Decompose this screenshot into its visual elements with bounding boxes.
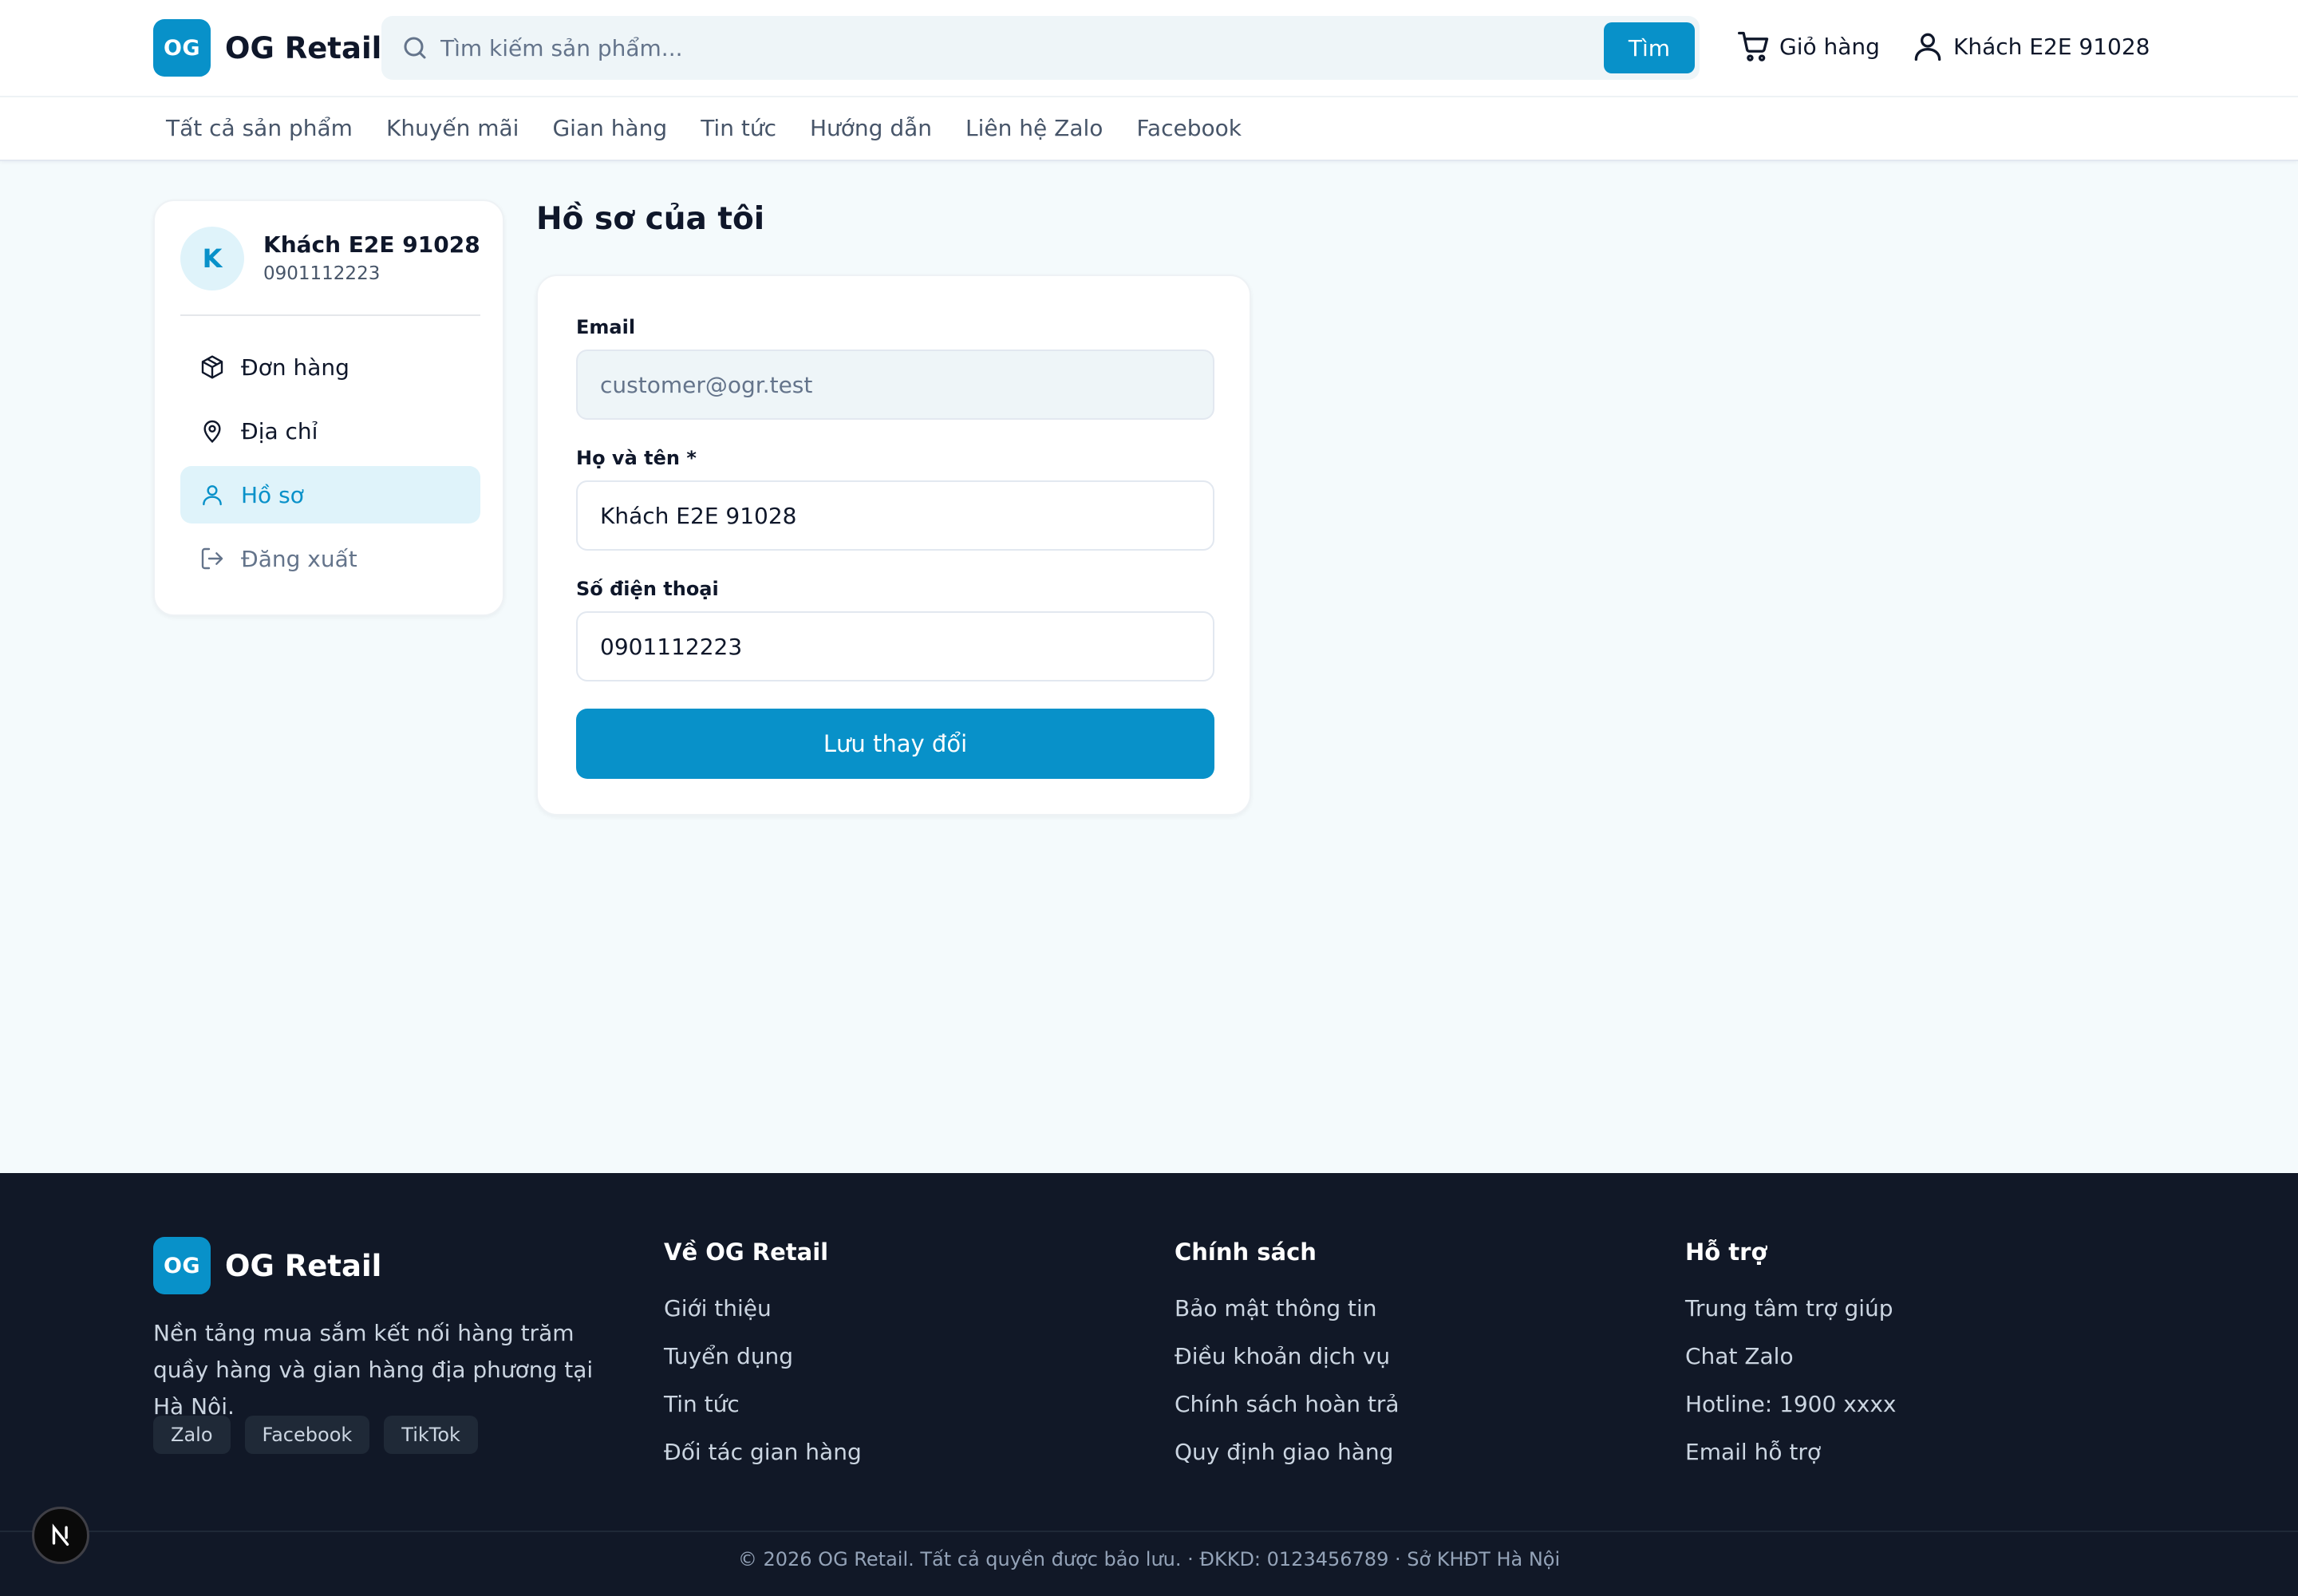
social-facebook[interactable]: Facebook (244, 1416, 370, 1454)
footer-column-about: Về OG Retail Giới thiệu Tuyển dụng Tin t… (664, 1238, 1111, 1476)
nav-item-news[interactable]: Tin tức (701, 115, 776, 141)
save-changes-button[interactable]: Lưu thay đổi (576, 709, 1214, 779)
map-pin-icon (203, 420, 221, 443)
footer-link[interactable]: Email hỗ trợ (1685, 1428, 2132, 1476)
nextjs-logo-icon (52, 1523, 69, 1547)
sidebar-item-label: Đăng xuất (241, 545, 357, 572)
nav-item-promotions[interactable]: Khuyến mãi (386, 115, 519, 141)
sidebar-item-address[interactable]: Địa chỉ (180, 402, 480, 460)
logo-text: OG Retail (225, 1248, 382, 1283)
footer-link[interactable]: Hotline: 1900 xxxx (1685, 1381, 2132, 1428)
nav-item-zalo[interactable]: Liên hệ Zalo (965, 115, 1103, 141)
email-field[interactable] (576, 350, 1214, 420)
footer-column-support: Hỗ trợ Trung tâm trợ giúp Chat Zalo Hotl… (1685, 1238, 2132, 1476)
sidebar-item-logout[interactable]: Đăng xuất (180, 530, 480, 587)
footer-link[interactable]: Điều khoản dịch vụ (1175, 1333, 1621, 1381)
cart-label: Giỏ hàng (1779, 33, 1880, 60)
sidebar-user-phone: 0901112223 (263, 263, 381, 284)
site-footer: OG OG Retail Nền tảng mua sắm kết nối hà… (0, 1173, 2298, 1596)
avatar: K (180, 227, 244, 290)
footer-link[interactable]: Quy định giao hàng (1175, 1428, 1621, 1476)
profile-form-card: Email Họ và tên * Số điện thoại Lưu thay… (536, 275, 1251, 816)
email-label: Email (576, 316, 636, 338)
search-input[interactable] (440, 24, 1430, 72)
search-button[interactable]: Tìm (1604, 22, 1695, 73)
phone-label: Số điện thoại (576, 578, 719, 600)
phone-field[interactable] (576, 611, 1214, 681)
sidebar-item-orders[interactable]: Đơn hàng (180, 338, 480, 396)
full-name-field[interactable] (576, 480, 1214, 551)
sidebar-item-label: Đơn hàng (241, 354, 349, 381)
sidebar-user-name: Khách E2E 91028 (263, 231, 480, 258)
social-tiktok[interactable]: TikTok (384, 1416, 478, 1454)
main-nav: Tất cả sản phẩm Khuyến mãi Gian hàng Tin… (0, 97, 2298, 161)
logout-icon (201, 547, 223, 570)
account-sidebar: K Khách E2E 91028 0901112223 Đơn hàng Đị… (153, 200, 504, 616)
top-header: OG OG Retail Tìm Giỏ hàng Khách E2E 9102… (0, 0, 2298, 97)
sidebar-divider (180, 314, 480, 316)
footer-description: Nền tảng mua sắm kết nối hàng trăm quầy … (153, 1320, 594, 1420)
cart-icon (1738, 31, 1769, 61)
nav-item-guide[interactable]: Hướng dẫn (810, 115, 932, 141)
footer-link[interactable]: Giới thiệu (664, 1285, 1111, 1333)
user-icon (1914, 33, 1941, 61)
social-links: Zalo Facebook TikTok (153, 1416, 478, 1454)
copyright-text: © 2026 OG Retail. Tất cả quyền được bảo … (737, 1548, 1561, 1570)
full-name-label: Họ và tên * (576, 447, 697, 469)
package-icon (201, 355, 223, 379)
user-icon (203, 485, 222, 506)
logo-text: OG Retail (225, 30, 382, 65)
footer-link[interactable]: Tin tức (664, 1381, 1111, 1428)
sidebar-item-label: Hồ sơ (241, 481, 304, 508)
nextjs-dev-indicator[interactable] (32, 1507, 89, 1564)
nav-items: Tất cả sản phẩm Khuyến mãi Gian hàng Tin… (166, 115, 1242, 141)
sidebar-item-label: Địa chỉ (241, 417, 318, 444)
search-bar: Tìm (381, 16, 1700, 80)
footer-link[interactable]: Chính sách hoàn trả (1175, 1381, 1621, 1428)
footer-link[interactable]: Trung tâm trợ giúp (1685, 1285, 2132, 1333)
footer-link[interactable]: Bảo mật thông tin (1175, 1285, 1621, 1333)
cart-link[interactable]: Giỏ hàng (1736, 29, 1880, 64)
page-title: Hồ sơ của tôi (536, 201, 765, 237)
social-zalo[interactable]: Zalo (153, 1416, 231, 1454)
footer-column-title: Về OG Retail (664, 1238, 829, 1266)
sidebar-menu: Đơn hàng Địa chỉ Hồ sơ Đăng xuất (180, 338, 480, 594)
footer-column-title: Chính sách (1175, 1238, 1317, 1266)
logo-badge: OG (153, 19, 211, 77)
footer-column-policy: Chính sách Bảo mật thông tin Điều khoản … (1175, 1238, 1621, 1476)
footer-link[interactable]: Đối tác gian hàng (664, 1428, 1111, 1476)
account-link[interactable]: Khách E2E 91028 (1910, 29, 2150, 64)
footer-divider (0, 1531, 2298, 1532)
header-logo[interactable]: OG OG Retail (153, 19, 381, 77)
footer-link[interactable]: Tuyển dụng (664, 1333, 1111, 1381)
sidebar-item-profile[interactable]: Hồ sơ (180, 466, 480, 523)
account-label: Khách E2E 91028 (1953, 33, 2150, 60)
footer-link[interactable]: Chat Zalo (1685, 1333, 2132, 1381)
footer-column-title: Hỗ trợ (1685, 1238, 1767, 1266)
nav-item-stores[interactable]: Gian hàng (552, 115, 667, 141)
nav-item-facebook[interactable]: Facebook (1136, 115, 1242, 141)
footer-logo[interactable]: OG OG Retail (153, 1237, 381, 1294)
nav-item-all-products[interactable]: Tất cả sản phẩm (166, 115, 353, 141)
logo-badge: OG (153, 1237, 211, 1294)
search-icon (404, 37, 426, 59)
